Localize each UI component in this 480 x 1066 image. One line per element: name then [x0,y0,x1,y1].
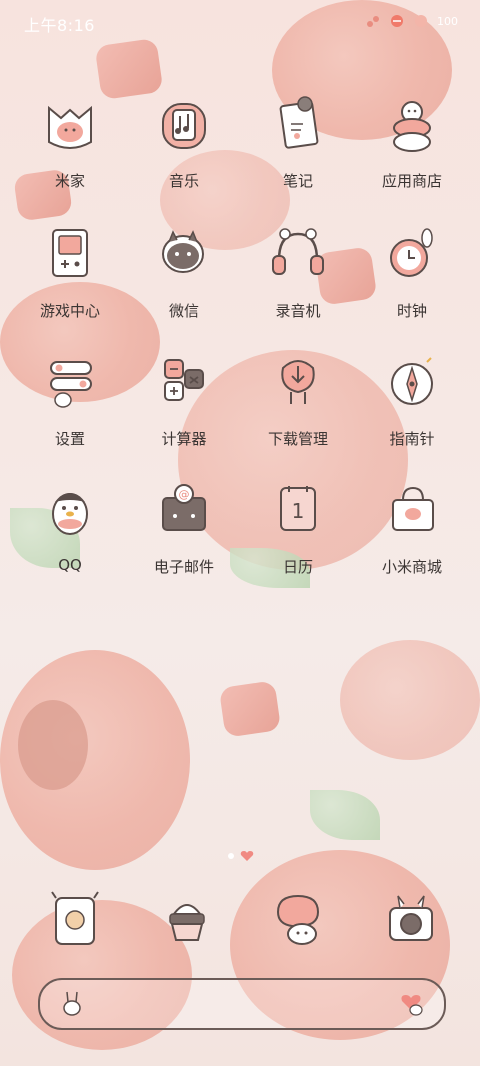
settings-icon [33,348,107,422]
bunny-hearts-icon [401,995,423,1016]
app-label: 米家 [54,172,85,190]
app-label: 指南针 [389,430,435,448]
notes-icon [261,90,335,164]
bunny-search-icon [63,991,81,1016]
app-store-icon [375,90,449,164]
ice-cream-icon [169,904,205,941]
app-label: 日历 [282,558,313,576]
app-wechat[interactable]: 微信 [132,220,236,321]
app-recorder[interactable]: 录音机 [246,220,350,321]
dock-ice-cream[interactable] [150,884,224,958]
dock-messages[interactable] [264,884,338,958]
search-bar[interactable] [38,978,446,1030]
app-label: 设置 [54,430,85,448]
status-time: 上午8:16 [24,16,95,35]
app-label: 录音机 [275,302,321,320]
download-icon [261,348,335,422]
qq-penguin-icon [33,476,107,550]
app-label: 下载管理 [267,430,328,448]
app-label: 游戏中心 [39,302,100,320]
heart-icon [240,851,254,861]
dock-camera[interactable] [374,884,448,958]
app-label: 应用商店 [381,172,442,190]
app-calendar[interactable]: 1 日历 [246,476,350,577]
recorder-icon [261,220,335,294]
calendar-icon: 1 [261,476,335,550]
messages-icon [276,894,320,945]
app-calculator[interactable]: 计算器 [132,348,236,449]
email-icon: @ [147,476,221,550]
app-qq[interactable]: QQ [18,476,122,574]
battery-text: 100 [437,14,458,28]
app-label: 音乐 [168,172,199,190]
dock-phone[interactable] [38,884,112,958]
app-label: 笔记 [282,172,313,190]
app-mijia[interactable]: 米家 [18,90,122,191]
app-label: 微信 [168,302,199,320]
phone-icon [51,891,99,945]
camera-icon [389,895,433,941]
page-dot [228,853,234,859]
app-notes[interactable]: 笔记 [246,90,350,191]
app-label: 电子邮件 [153,558,214,576]
app-app-store[interactable]: 应用商店 [360,90,464,191]
compass-icon [375,348,449,422]
wifi-icon [391,15,403,27]
app-download-manager[interactable]: 下载管理 [246,348,350,449]
wechat-icon [147,220,221,294]
game-center-icon [33,220,107,294]
app-mi-store[interactable]: 小米商城 [360,476,464,577]
alarm-icon [415,15,427,27]
music-icon [147,90,221,164]
app-label: 时钟 [396,302,427,320]
calculator-icon [147,348,221,422]
app-clock[interactable]: 时钟 [360,220,464,321]
status-icons: 100 [365,13,458,29]
app-label: QQ [58,556,82,574]
mi-store-icon [375,476,449,550]
app-email[interactable]: @ 电子邮件 [132,476,236,577]
page-indicator [228,850,254,862]
app-compass[interactable]: 指南针 [360,348,464,449]
status-bar: 上午8:16 100 [0,0,480,46]
clock-icon [375,220,449,294]
signal-icon [367,16,379,27]
app-label: 计算器 [161,430,207,448]
app-label: 小米商城 [381,558,442,576]
app-music[interactable]: 音乐 [132,90,236,191]
svg-text:@: @ [179,488,190,501]
app-settings[interactable]: 设置 [18,348,122,449]
app-game-center[interactable]: 游戏中心 [18,220,122,321]
calendar-day: 1 [292,499,305,523]
mijia-icon [33,90,107,164]
